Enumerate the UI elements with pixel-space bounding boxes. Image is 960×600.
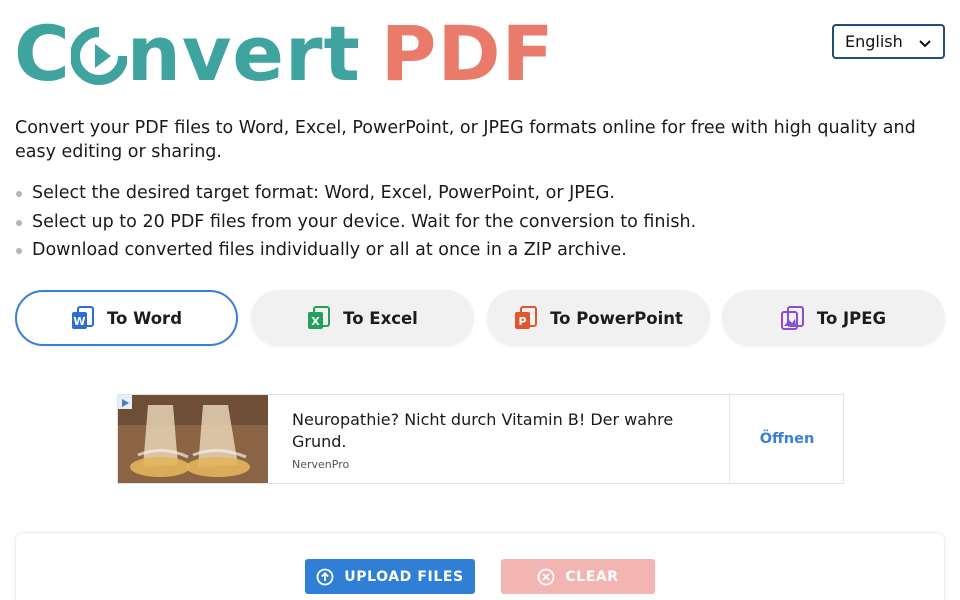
step-item: Select up to 20 PDF files from your devi…: [15, 208, 696, 237]
step-item: Download converted files individually or…: [15, 236, 696, 265]
upload-files-button[interactable]: UPLOAD FILES: [305, 559, 475, 594]
ad-open-button[interactable]: Öffnen: [730, 395, 844, 483]
svg-text:P: P: [519, 315, 527, 328]
tab-label: To JPEG: [816, 308, 887, 328]
upload-label: UPLOAD FILES: [344, 568, 464, 585]
ad-image[interactable]: [118, 395, 268, 483]
ad-title[interactable]: Neuropathie? Nicht durch Vitamin B! Der …: [292, 409, 712, 453]
svg-text:W: W: [73, 315, 85, 328]
clear-label: CLEAR: [565, 568, 619, 585]
ad-source: NervenPro: [292, 458, 350, 471]
bullet-dot: [16, 191, 22, 197]
step-text: Select the desired target format: Word, …: [32, 183, 615, 203]
language-select[interactable]: English: [832, 24, 945, 59]
step-text: Download converted files individually or…: [32, 240, 627, 260]
ad-banner[interactable]: Neuropathie? Nicht durch Vitamin B! Der …: [117, 394, 844, 484]
tab-to-powerpoint[interactable]: P To PowerPoint: [487, 290, 710, 346]
bullet-dot: [16, 219, 22, 226]
powerpoint-icon: P: [514, 306, 538, 330]
excel-icon: X: [307, 306, 331, 330]
word-icon: W: [71, 306, 95, 330]
format-tabs: W To Word X To Excel P To PowerPoint To …: [15, 290, 945, 346]
upload-icon: [316, 568, 334, 586]
steps-list: Select the desired target format: Word, …: [15, 179, 696, 265]
tab-to-excel[interactable]: X To Excel: [251, 290, 474, 346]
intro-text: Convert your PDF files to Word, Excel, P…: [15, 118, 916, 162]
tab-label: To Excel: [343, 308, 418, 328]
clear-button[interactable]: CLEAR: [501, 559, 655, 594]
language-value: English: [845, 32, 903, 51]
step-text: Select up to 20 PDF files from your devi…: [32, 211, 697, 232]
tab-to-jpeg[interactable]: To JPEG: [722, 290, 945, 346]
upload-panel: [15, 532, 945, 600]
logo-convert-c: C: [14, 9, 71, 98]
step-item: Select the desired target format: Word, …: [15, 179, 696, 208]
chevron-down-icon: [918, 35, 932, 49]
jpeg-icon: [780, 306, 805, 330]
clear-icon: [537, 568, 555, 586]
tab-label: To Word: [106, 308, 183, 328]
logo-convert: C nvert: [14, 9, 361, 98]
tab-to-word[interactable]: W To Word: [15, 290, 238, 346]
logo[interactable]: C nvert PDF: [14, 9, 555, 98]
bullet-dot: [16, 248, 22, 254]
ad-choices-icon[interactable]: [118, 395, 132, 409]
logo-refresh-icon: [70, 18, 127, 90]
logo-convert-rest: nvert: [126, 9, 361, 98]
logo-pdf: PDF: [380, 9, 555, 98]
tab-label: To PowerPoint: [550, 308, 683, 328]
svg-text:X: X: [311, 315, 320, 328]
